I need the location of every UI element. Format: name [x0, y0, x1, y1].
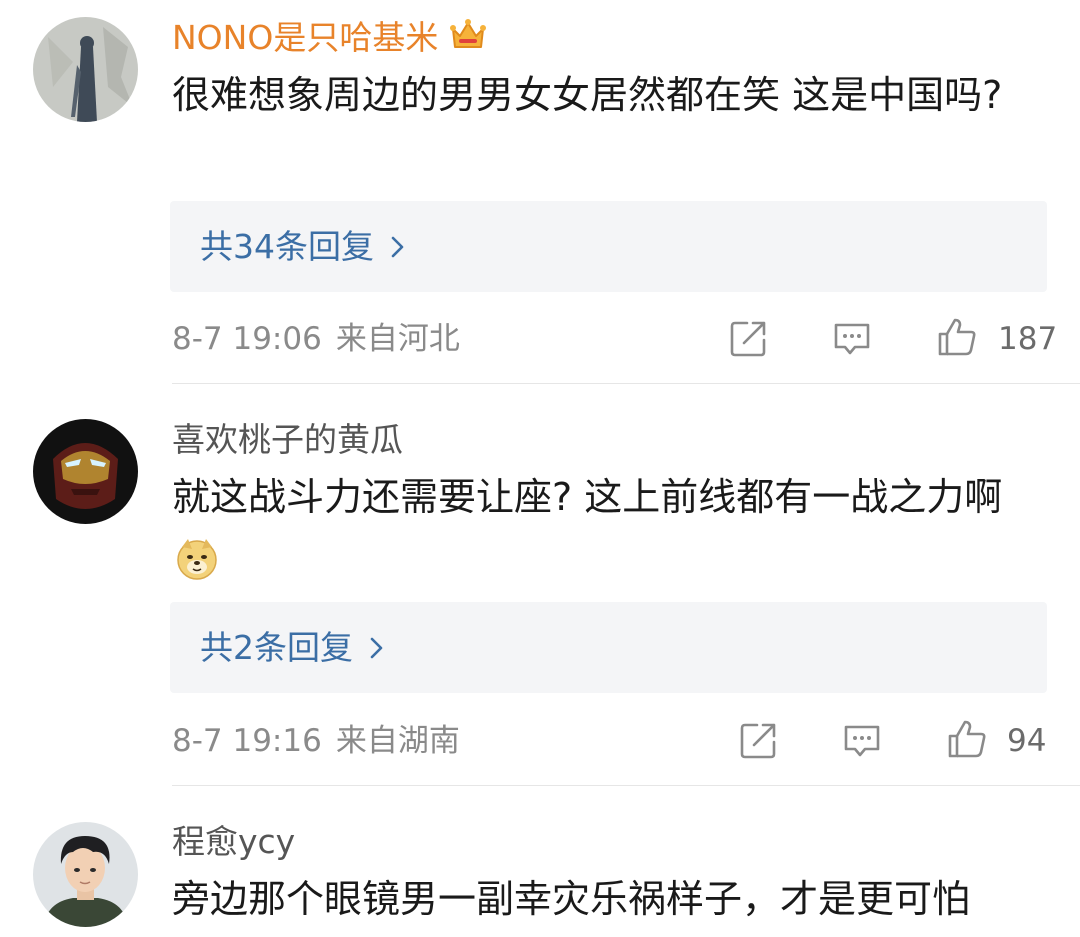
comment-text-content: 就这战斗力还需要让座? 这上前线都有一战之力啊: [172, 475, 1003, 519]
avatar[interactable]: [33, 419, 138, 524]
thumbs-up-icon[interactable]: [936, 316, 978, 358]
comment-icon[interactable]: [831, 318, 873, 360]
comment-text: 旁边那个眼镜男一副幸灾乐祸样子，才是更可怕: [172, 877, 971, 921]
doge-emoji-icon: [174, 535, 220, 581]
like-count: 94: [1007, 723, 1047, 759]
comment-location: 来自湖南: [335, 723, 460, 759]
share-icon[interactable]: [737, 720, 779, 762]
comment-location: 来自河北: [335, 321, 460, 357]
comment-icon[interactable]: [841, 720, 883, 762]
comment-item: NONO是只哈基米 很难想象周边的男男女女居然都在笑 这是中国吗? 共34条回复…: [0, 0, 1080, 384]
avatar[interactable]: [33, 17, 138, 122]
comment-feed: NONO是只哈基米 很难想象周边的男男女女居然都在笑 这是中国吗? 共34条回复…: [0, 0, 1080, 937]
reply-box[interactable]: 共34条回复: [170, 201, 1047, 292]
username[interactable]: NONO是只哈基米: [172, 15, 488, 58]
view-replies-link[interactable]: 共34条回复: [200, 201, 406, 292]
username-text[interactable]: NONO是只哈基米: [172, 18, 438, 57]
thumbs-up-icon[interactable]: [946, 718, 988, 760]
replies-count: 共2条回复: [200, 628, 353, 667]
comment-text: 很难想象周边的男男女女居然都在笑 这是中国吗?: [172, 73, 1003, 117]
replies-count: 共34条回复: [200, 227, 374, 266]
comment-time: 8-7 19:16: [172, 723, 322, 759]
comment-time: 8-7 19:06: [172, 321, 322, 357]
username[interactable]: 程愈ycy: [172, 822, 295, 862]
view-replies-link[interactable]: 共2条回复: [200, 602, 385, 693]
avatar[interactable]: [33, 822, 138, 927]
share-icon[interactable]: [727, 318, 769, 360]
like-count: 187: [998, 321, 1058, 357]
chevron-right-icon: [391, 236, 404, 258]
comment-item: 喜欢桃子的黄瓜 就这战斗力还需要让座? 这上前线都有一战之力啊 共2条回复 8-…: [0, 384, 1080, 786]
comment-meta: 8-7 19:16 来自湖南: [172, 721, 460, 761]
comment-text: 就这战斗力还需要让座? 这上前线都有一战之力啊: [172, 466, 1032, 592]
username[interactable]: 喜欢桃子的黄瓜: [172, 420, 403, 460]
comment-meta: 8-7 19:06 来自河北: [172, 319, 460, 359]
reply-box[interactable]: 共2条回复: [170, 602, 1047, 693]
chevron-right-icon: [370, 637, 383, 659]
comment-item: 程愈ycy 旁边那个眼镜男一副幸灾乐祸样子，才是更可怕: [0, 786, 1080, 937]
crown-badge-icon: [448, 15, 488, 55]
